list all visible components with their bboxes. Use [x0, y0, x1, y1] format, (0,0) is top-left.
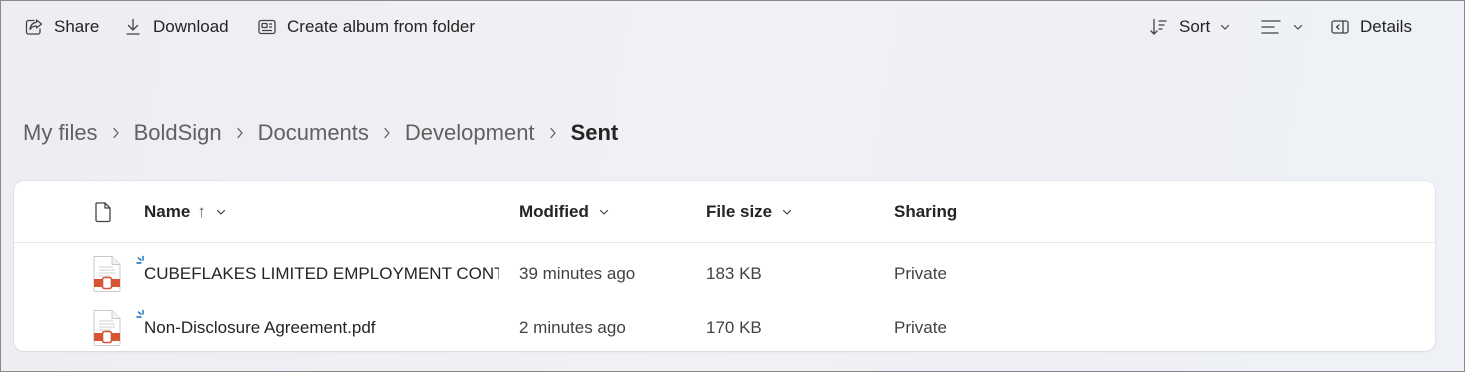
details-button[interactable]: Details	[1330, 14, 1412, 40]
sharing-column-label: Sharing	[894, 202, 958, 221]
chevron-right-icon	[111, 126, 121, 140]
file-size-value: 170 KB	[706, 318, 762, 337]
breadcrumb-item-sent: Sent	[570, 120, 619, 145]
chevron-down-icon	[1293, 24, 1303, 30]
breadcrumb-item-boldsign[interactable]: BoldSign	[134, 120, 222, 146]
list-view-icon	[1261, 20, 1281, 34]
file-name[interactable]: CUBEFLAKES LIMITED EMPLOYMENT CONT...	[144, 247, 499, 301]
chevron-right-icon	[382, 126, 392, 140]
chevron-down-icon	[216, 209, 225, 215]
file-size-column-header[interactable]: File size	[706, 201, 793, 223]
view-options-button[interactable]	[1260, 14, 1304, 40]
sort-icon	[1150, 18, 1167, 35]
create-album-button[interactable]: Create album from folder	[257, 14, 475, 40]
sharing-value: Private	[894, 264, 947, 283]
details-label: Details	[1360, 17, 1412, 36]
pdf-file-icon	[92, 301, 122, 355]
download-icon	[126, 18, 140, 35]
modified-column-label: Modified	[519, 202, 589, 221]
file-type-icon	[95, 202, 111, 223]
name-column-label: Name	[144, 202, 191, 221]
share-label: Share	[54, 17, 100, 36]
name-column-header[interactable]: Name ↑	[144, 201, 227, 223]
breadcrumb: My files BoldSign Documents Development …	[23, 117, 618, 149]
command-bar: Share Download Create album from folder …	[1, 1, 1464, 51]
file-size-column-label: File size	[706, 202, 773, 221]
file-list: Name ↑ Modified File size Sharing CUBEFL…	[14, 181, 1435, 351]
sharing-column-header[interactable]: Sharing	[894, 201, 957, 223]
details-pane-icon	[1331, 20, 1349, 34]
download-label: Download	[153, 17, 229, 36]
share-icon	[25, 19, 43, 35]
file-type-column-header[interactable]	[94, 201, 112, 223]
sort-ascending-icon: ↑	[197, 202, 206, 221]
chevron-down-icon	[1221, 24, 1230, 30]
breadcrumb-item-documents[interactable]: Documents	[258, 120, 369, 146]
modified-value: 39 minutes ago	[519, 264, 636, 283]
breadcrumb-item-my-files[interactable]: My files	[23, 120, 98, 146]
table-row[interactable]: Non-Disclosure Agreement.pdf 2 minutes a…	[14, 301, 1435, 355]
pdf-file-icon	[92, 247, 122, 301]
sort-button[interactable]: Sort	[1149, 14, 1231, 40]
create-album-label: Create album from folder	[287, 17, 476, 36]
chevron-right-icon	[548, 126, 558, 140]
share-button[interactable]: Share	[24, 14, 99, 40]
chevron-down-icon	[599, 209, 608, 215]
sort-label: Sort	[1179, 17, 1211, 36]
sharing-value: Private	[894, 318, 947, 337]
file-list-header: Name ↑ Modified File size Sharing	[14, 181, 1435, 243]
file-size-value: 183 KB	[706, 264, 762, 283]
album-icon	[258, 19, 276, 35]
modified-value: 2 minutes ago	[519, 318, 626, 337]
table-row[interactable]: CUBEFLAKES LIMITED EMPLOYMENT CONT... 39…	[14, 247, 1435, 301]
chevron-right-icon	[235, 126, 245, 140]
chevron-down-icon	[783, 209, 792, 215]
breadcrumb-item-development[interactable]: Development	[405, 120, 535, 146]
file-name[interactable]: Non-Disclosure Agreement.pdf	[144, 301, 499, 355]
download-button[interactable]: Download	[123, 14, 229, 40]
modified-column-header[interactable]: Modified	[519, 201, 610, 223]
